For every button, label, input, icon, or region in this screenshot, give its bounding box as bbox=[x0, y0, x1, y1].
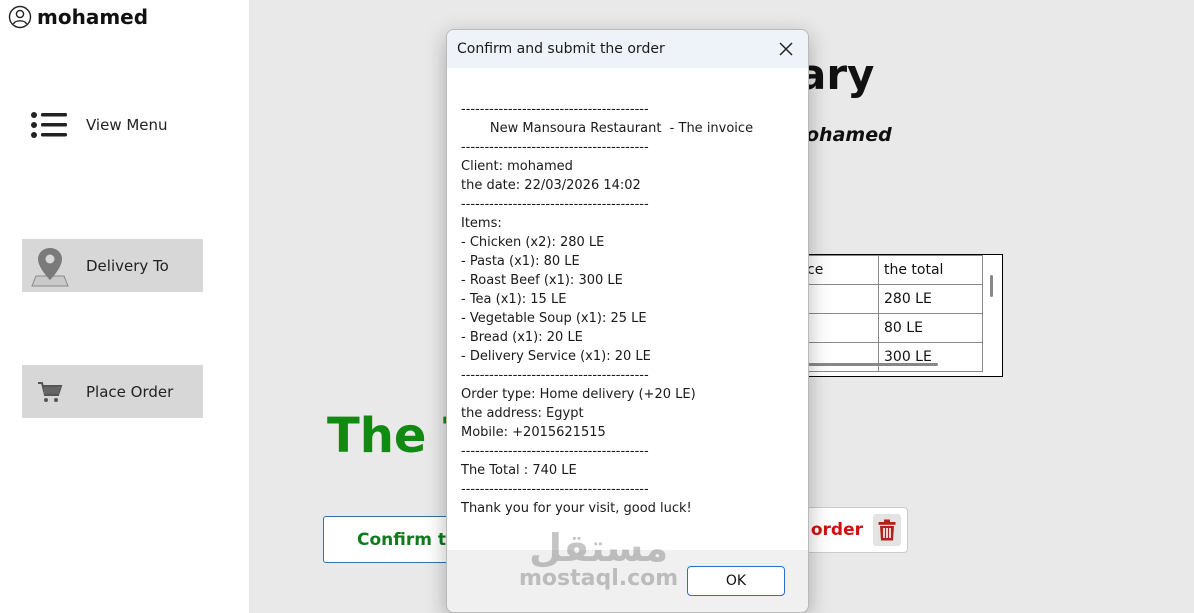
invoice-line: - Vegetable Soup (x1): 25 LE bbox=[461, 311, 647, 326]
invoice-line: - Chicken (x2): 280 LE bbox=[461, 235, 605, 250]
dialog-footer: OK bbox=[447, 550, 808, 612]
column-header-price: ce bbox=[801, 255, 879, 285]
sidebar-item-label: Delivery To bbox=[86, 256, 169, 275]
invoice-text: ----------------------------------------… bbox=[461, 100, 753, 518]
invoice-line: - Delivery Service (x1): 20 LE bbox=[461, 349, 651, 364]
trash-icon bbox=[873, 514, 901, 546]
table-cell bbox=[801, 342, 879, 372]
table-row[interactable]: 80 LE bbox=[801, 313, 983, 343]
invoice-line: - Bread (x1): 20 LE bbox=[461, 330, 583, 345]
invoice-line: ---------------------------------------- bbox=[461, 102, 649, 117]
invoice-line: New Mansoura Restaurant - The invoice bbox=[461, 121, 754, 136]
user-header: mohamed bbox=[8, 5, 148, 29]
horizontal-scrollbar[interactable] bbox=[806, 363, 938, 366]
confirm-dialog: Confirm and submit the order -----------… bbox=[446, 29, 809, 613]
table-row[interactable]: 300 LE bbox=[801, 342, 983, 372]
user-icon bbox=[8, 5, 32, 29]
column-header-total: the total bbox=[878, 255, 983, 285]
invoice-line: - Pasta (x1): 80 LE bbox=[461, 254, 580, 269]
sidebar-item-label: Place Order bbox=[86, 382, 174, 401]
table-cell: 80 LE bbox=[878, 313, 983, 343]
invoice-line: Items: bbox=[461, 216, 502, 231]
invoice-line: ---------------------------------------- bbox=[461, 140, 649, 155]
table-cell bbox=[801, 284, 879, 314]
cart-icon bbox=[28, 370, 72, 414]
customer-name: ohamed bbox=[806, 124, 892, 146]
table-cell bbox=[801, 313, 879, 343]
invoice-line: ---------------------------------------- bbox=[461, 368, 649, 383]
invoice-line: the date: 22/03/2026 14:02 bbox=[461, 178, 641, 193]
dialog-title: Confirm and submit the order bbox=[457, 41, 665, 57]
dialog-title-bar: Confirm and submit the order bbox=[447, 30, 808, 68]
table-row[interactable]: 280 LE bbox=[801, 284, 983, 314]
table-header-row: ce the total bbox=[801, 255, 983, 285]
location-icon bbox=[28, 244, 72, 288]
sidebar-item-delivery-to[interactable]: Delivery To bbox=[22, 239, 203, 292]
page-title: ary bbox=[798, 50, 875, 99]
invoice-line: The Total : 740 LE bbox=[461, 463, 577, 478]
invoice-line: ---------------------------------------- bbox=[461, 197, 649, 212]
close-icon[interactable] bbox=[776, 39, 796, 59]
table-cell: 280 LE bbox=[878, 284, 983, 314]
sidebar-item-view-menu[interactable]: View Menu bbox=[22, 98, 203, 151]
invoice-line: - Roast Beef (x1): 300 LE bbox=[461, 273, 623, 288]
table-cell: 300 LE bbox=[878, 342, 983, 372]
invoice-line: the address: Egypt bbox=[461, 406, 584, 421]
vertical-scrollbar[interactable] bbox=[990, 275, 993, 297]
ok-button[interactable]: OK bbox=[687, 566, 785, 596]
invoice-line: Order type: Home delivery (+20 LE) bbox=[461, 387, 696, 402]
invoice-line: Client: mohamed bbox=[461, 159, 573, 174]
invoice-line: - Tea (x1): 15 LE bbox=[461, 292, 567, 307]
user-name: mohamed bbox=[37, 5, 149, 29]
menu-icon bbox=[28, 103, 72, 147]
sidebar: mohamed View Menu Delivery To Place Orde… bbox=[0, 0, 249, 613]
invoice-line: Thank you for your visit, good luck! bbox=[461, 501, 692, 516]
invoice-line: ---------------------------------------- bbox=[461, 482, 649, 497]
sidebar-item-label: View Menu bbox=[86, 115, 168, 134]
sidebar-item-place-order[interactable]: Place Order bbox=[22, 365, 203, 418]
invoice-line: ---------------------------------------- bbox=[461, 444, 649, 459]
order-table[interactable]: ce the total 280 LE 80 LE 300 LE bbox=[800, 254, 1003, 377]
invoice-line: Mobile: +2015621515 bbox=[461, 425, 606, 440]
